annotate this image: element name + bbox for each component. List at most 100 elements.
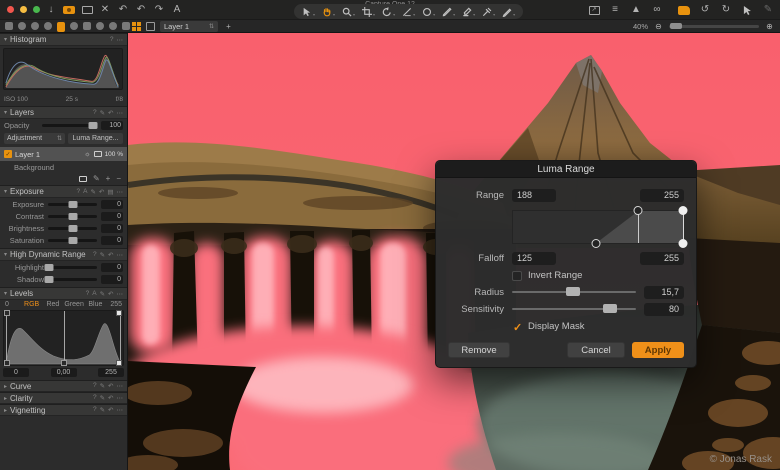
annotate-tool[interactable]: ▾	[502, 7, 515, 17]
luma-graph[interactable]	[512, 210, 684, 244]
help-icon[interactable]: ?	[86, 290, 90, 298]
zoom-window-button[interactable]	[33, 6, 40, 13]
pencil-icon[interactable]: ✎	[100, 290, 105, 298]
slider-value[interactable]: 0	[101, 236, 123, 245]
highlight-slider[interactable]	[48, 266, 97, 269]
pan-hand-tool[interactable]: ▾	[322, 7, 335, 17]
tab-output-icon[interactable]	[109, 22, 117, 30]
sensitivity-handle[interactable]	[603, 304, 617, 313]
levels-highlight-top-handle[interactable]	[116, 310, 122, 316]
channel-tab-blue[interactable]: Blue	[85, 301, 106, 308]
help-icon[interactable]: ?	[93, 382, 97, 390]
histogram-panel-header[interactable]: ▾ Histogram ?⋯	[0, 33, 127, 46]
pencil-icon[interactable]: ✎	[90, 188, 95, 196]
tab-library-icon[interactable]	[5, 22, 13, 30]
tab-capture-icon[interactable]	[18, 22, 26, 30]
draw-mask-tool[interactable]: ▾	[442, 7, 455, 17]
clarity-panel-header[interactable]: ▸ Clarity ?✎↶⋯	[0, 392, 127, 404]
opacity-value[interactable]: 100	[101, 121, 123, 130]
radius-slider[interactable]	[512, 291, 636, 293]
add-layer-icon[interactable]: +	[106, 174, 111, 183]
tab-exposure-icon[interactable]	[57, 22, 65, 30]
remove-button[interactable]: Remove	[448, 342, 510, 358]
range-high-input[interactable]: 255	[640, 189, 684, 202]
zoom-out-icon[interactable]: ⊖	[653, 20, 664, 34]
reset-icon[interactable]: ↶	[108, 251, 113, 259]
more-icon[interactable]: ⋯	[117, 109, 124, 117]
layer-checkbox[interactable]: ✓	[4, 150, 12, 158]
range-low-pin[interactable]	[634, 206, 643, 215]
remove-layer-icon[interactable]: −	[116, 174, 121, 183]
channel-tab-rgb[interactable]: RGB	[21, 301, 42, 308]
delete-icon[interactable]: ✕	[98, 3, 112, 17]
import-icon[interactable]: ↓	[44, 3, 58, 17]
slider-value[interactable]: 0	[101, 275, 123, 284]
help-icon[interactable]: ?	[93, 406, 97, 414]
erase-mask-tool[interactable]: ▾	[462, 7, 475, 17]
more-icon[interactable]: ⋯	[117, 382, 124, 390]
auto-icon[interactable]: A	[92, 290, 96, 298]
draw-mask-icon[interactable]: ✎	[93, 174, 100, 183]
reset-icon[interactable]: ↶	[116, 3, 130, 17]
rotate-tool[interactable]: ▾	[382, 7, 395, 17]
spot-removal-tool[interactable]: ▾	[422, 7, 435, 17]
more-icon[interactable]: ⋯	[117, 251, 124, 259]
tab-metadata-icon[interactable]	[96, 22, 104, 30]
more-icon[interactable]: ⋯	[117, 290, 124, 298]
tab-color-icon[interactable]	[44, 22, 52, 30]
vignetting-panel-header[interactable]: ▸ Vignetting ?✎↶⋯	[0, 404, 127, 416]
exposure-warning-icon[interactable]: ▲	[629, 3, 643, 17]
falloff-high-pin[interactable]	[679, 239, 688, 248]
levels-black-value[interactable]: 0	[3, 368, 29, 377]
reset-icon[interactable]: ↶	[99, 188, 104, 196]
redo-icon[interactable]: ↷	[152, 3, 166, 17]
contrast-slider[interactable]	[48, 215, 97, 218]
range-high-pin[interactable]	[679, 206, 688, 215]
straighten-tool[interactable]: ▾	[402, 7, 415, 17]
pencil-icon[interactable]: ✎	[100, 406, 105, 414]
exposure-slider[interactable]	[48, 203, 97, 206]
crop-tool[interactable]: ▾	[362, 7, 375, 17]
pick-color-tool[interactable]: ▾	[482, 7, 495, 17]
tab-lens-icon[interactable]	[31, 22, 39, 30]
select-cursor-tool[interactable]: ▾	[302, 7, 315, 17]
pencil-icon[interactable]: ✎	[100, 394, 105, 402]
more-icon[interactable]: ⋯	[117, 36, 124, 44]
pencil-icon[interactable]: ✎	[100, 251, 105, 259]
falloff-low-input[interactable]: 125	[512, 252, 556, 265]
browser-toggle-icon[interactable]: ≡	[608, 3, 622, 17]
shadow-slider[interactable]	[48, 278, 97, 281]
cancel-button[interactable]: Cancel	[567, 342, 625, 358]
reset-icon[interactable]: ↶	[108, 406, 113, 414]
show-mask-icon[interactable]	[677, 3, 691, 17]
sensitivity-value[interactable]: 80	[644, 303, 684, 316]
viewer-toggle-icon[interactable]: ↗	[587, 3, 601, 17]
levels-panel-header[interactable]: ▾ Levels ?A✎↶⋯	[0, 287, 127, 300]
close-window-button[interactable]	[7, 6, 14, 13]
opacity-handle[interactable]	[88, 122, 97, 129]
channel-tab-green[interactable]: Green	[64, 301, 85, 308]
copy-adjustments-icon[interactable]	[80, 3, 94, 17]
single-view-icon[interactable]	[146, 22, 155, 31]
layer-row-background[interactable]: Background	[0, 161, 127, 173]
help-icon[interactable]: ?	[110, 36, 114, 44]
more-icon[interactable]: ⋯	[117, 394, 124, 402]
levels-mid-value[interactable]: 0,00	[51, 368, 77, 377]
levels-white-value[interactable]: 255	[98, 368, 124, 377]
tab-adjustments-icon[interactable]	[83, 22, 91, 30]
auto-icon[interactable]: A	[83, 188, 87, 196]
zoom-slider[interactable]	[669, 25, 759, 28]
radius-value[interactable]: 15,7	[644, 286, 684, 299]
reset-icon[interactable]: ↶	[108, 290, 113, 298]
slider-value[interactable]: 0	[101, 212, 123, 221]
range-low-input[interactable]: 188	[512, 189, 556, 202]
layers-panel-header[interactable]: ▾ Layers ?✎↶⋯	[0, 106, 127, 119]
help-icon[interactable]: ?	[93, 109, 97, 117]
opacity-slider[interactable]	[42, 124, 97, 127]
slider-value[interactable]: 0	[101, 224, 123, 233]
rotate-right-icon[interactable]: ↻	[719, 3, 733, 17]
radius-handle[interactable]	[566, 287, 580, 296]
brightness-slider[interactable]	[48, 227, 97, 230]
layer-row-layer1[interactable]: ✓ Layer 1 ☼ 100 %	[0, 147, 127, 161]
invert-range-checkbox[interactable]	[512, 271, 522, 281]
